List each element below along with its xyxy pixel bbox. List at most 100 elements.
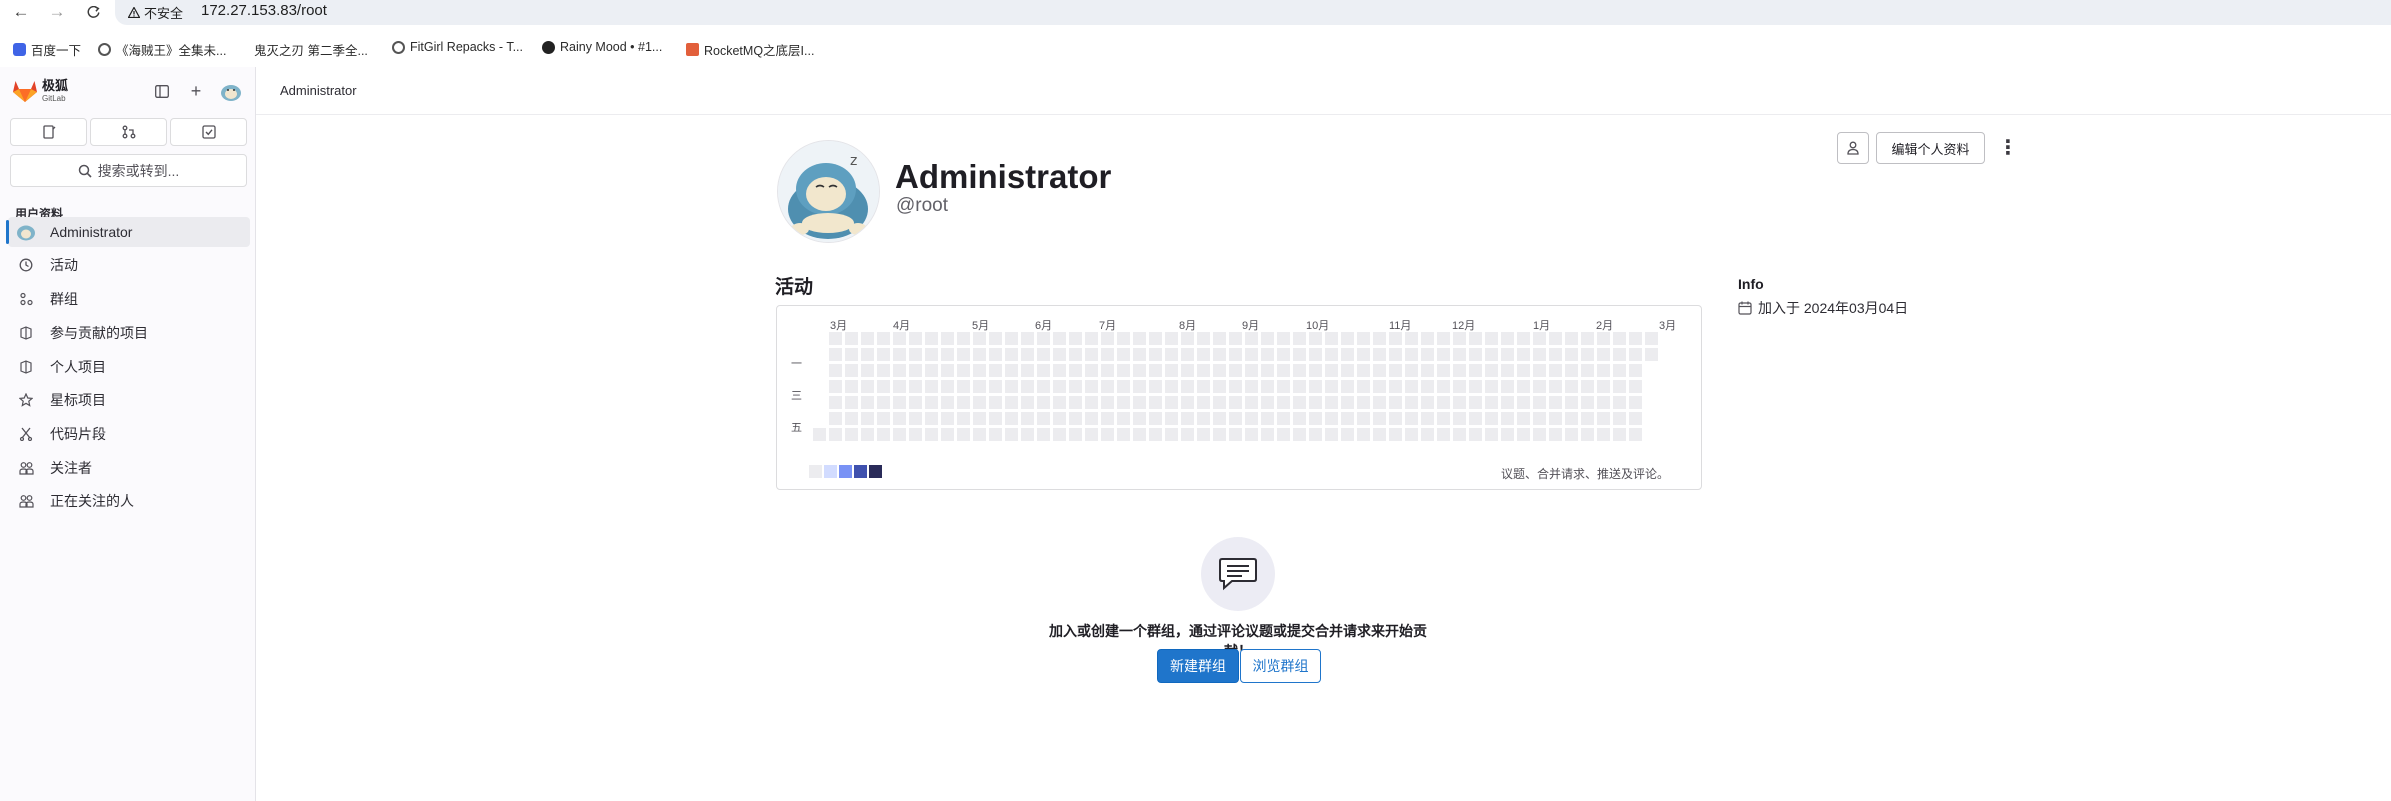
contribution-cell[interactable] [1309,332,1322,345]
contribution-cell[interactable] [877,348,890,361]
contribution-cell[interactable] [989,428,1002,441]
contribution-cell[interactable] [845,428,858,441]
contribution-cell[interactable] [1021,364,1034,377]
contribution-cell[interactable] [1101,396,1114,409]
contribution-cell[interactable] [941,396,954,409]
contribution-cell[interactable] [1421,396,1434,409]
contribution-cell[interactable] [1501,348,1514,361]
user-avatar-icon[interactable] [218,81,244,101]
search-button[interactable]: 搜索或转到... [10,154,247,187]
contribution-cell[interactable] [1597,364,1610,377]
contribution-cell[interactable] [1133,396,1146,409]
contribution-cell[interactable] [1629,380,1642,393]
contribution-cell[interactable] [1485,428,1498,441]
contribution-cell[interactable] [941,364,954,377]
contribution-cell[interactable] [957,332,970,345]
contribution-cell[interactable] [973,412,986,425]
contribution-cell[interactable] [1501,332,1514,345]
contribution-cell[interactable] [1277,380,1290,393]
contribution-cell[interactable] [1149,428,1162,441]
contribution-cell[interactable] [1005,428,1018,441]
contribution-cell[interactable] [1229,332,1242,345]
contribution-cell[interactable] [1373,332,1386,345]
contribution-cell[interactable] [1229,380,1242,393]
sidebar-item-personal-projects[interactable]: 个人项目 [8,352,250,382]
contribution-cell[interactable] [1613,396,1626,409]
contribution-cell[interactable] [925,428,938,441]
contribution-cell[interactable] [909,380,922,393]
contribution-cell[interactable] [1517,412,1530,425]
contribution-cell[interactable] [1517,332,1530,345]
contribution-cell[interactable] [1341,380,1354,393]
contribution-cell[interactable] [973,428,986,441]
contribution-cell[interactable] [1213,428,1226,441]
merge-requests-shortcut-button[interactable] [90,118,167,146]
sidebar-item-following[interactable]: 正在关注的人 [8,486,250,516]
contribution-cell[interactable] [1533,396,1546,409]
todos-shortcut-button[interactable] [170,118,247,146]
contribution-cell[interactable] [1213,380,1226,393]
contribution-cell[interactable] [1613,412,1626,425]
contribution-cell[interactable] [1549,380,1562,393]
contribution-cell[interactable] [1053,428,1066,441]
contribution-cell[interactable] [893,412,906,425]
contribution-cell[interactable] [1613,380,1626,393]
contribution-cell[interactable] [957,348,970,361]
contribution-cell[interactable] [1613,332,1626,345]
contribution-cell[interactable] [1325,332,1338,345]
contribution-cell[interactable] [1197,428,1210,441]
contribution-cell[interactable] [1389,364,1402,377]
contribution-cell[interactable] [973,332,986,345]
contribution-cell[interactable] [1309,348,1322,361]
contribution-cell[interactable] [877,364,890,377]
contribution-cell[interactable] [1341,348,1354,361]
contribution-cell[interactable] [1229,364,1242,377]
contribution-cell[interactable] [1485,332,1498,345]
contribution-cell[interactable] [1213,412,1226,425]
contribution-cell[interactable] [1421,348,1434,361]
contribution-cell[interactable] [973,380,986,393]
contribution-cell[interactable] [1581,332,1594,345]
contribution-cell[interactable] [1565,332,1578,345]
contribution-cell[interactable] [973,348,986,361]
contribution-cell[interactable] [1405,396,1418,409]
contribution-cell[interactable] [1149,348,1162,361]
contribution-cell[interactable] [1517,348,1530,361]
contribution-cell[interactable] [1533,364,1546,377]
contribution-cell[interactable] [1101,428,1114,441]
contribution-cell[interactable] [1341,412,1354,425]
contribution-cell[interactable] [925,332,938,345]
contribution-cell[interactable] [1181,332,1194,345]
contribution-cell[interactable] [1469,380,1482,393]
contribution-cell[interactable] [1005,412,1018,425]
contribution-cell[interactable] [813,428,826,441]
contribution-cell[interactable] [909,428,922,441]
contribution-cell[interactable] [1501,412,1514,425]
contribution-cell[interactable] [941,332,954,345]
contribution-cell[interactable] [1117,348,1130,361]
contribution-cell[interactable] [1069,428,1082,441]
contribution-cell[interactable] [1357,364,1370,377]
contribution-cell[interactable] [1069,332,1082,345]
bookmark-fitgirl[interactable]: FitGirl Repacks - T... [392,40,523,54]
contribution-cell[interactable] [1597,396,1610,409]
contribution-cell[interactable] [1005,348,1018,361]
contribution-cell[interactable] [1245,364,1258,377]
contribution-cell[interactable] [893,396,906,409]
contribution-cell[interactable] [1405,348,1418,361]
contribution-cell[interactable] [1229,412,1242,425]
contribution-cell[interactable] [1213,348,1226,361]
contribution-cell[interactable] [1581,396,1594,409]
contribution-cell[interactable] [1453,364,1466,377]
contribution-cell[interactable] [1581,364,1594,377]
contribution-cell[interactable] [877,396,890,409]
contribution-cell[interactable] [893,428,906,441]
contribution-cell[interactable] [1469,332,1482,345]
contribution-cell[interactable] [1373,348,1386,361]
contribution-cell[interactable] [1437,364,1450,377]
contribution-cell[interactable] [1421,412,1434,425]
contribution-cell[interactable] [1341,332,1354,345]
contribution-cell[interactable] [1485,412,1498,425]
contribution-cell[interactable] [1293,332,1306,345]
contribution-cell[interactable] [1197,412,1210,425]
